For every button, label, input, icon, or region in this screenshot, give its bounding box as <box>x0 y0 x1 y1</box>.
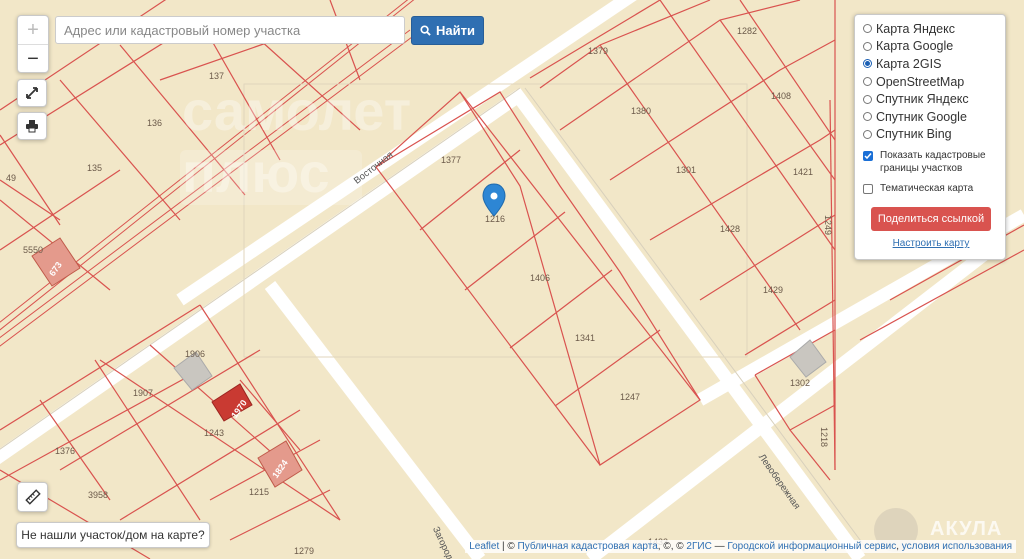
layer-radio[interactable] <box>863 112 872 122</box>
attribution-sep: — <box>711 541 728 552</box>
expand-icon <box>26 87 38 99</box>
parcel-label: 1907 <box>133 388 154 398</box>
2gis-link[interactable]: 2ГИС <box>686 541 711 552</box>
terms-link[interactable]: условия использования <box>902 541 1012 552</box>
parcel-label: 1249 <box>823 214 834 236</box>
layer-radio[interactable] <box>863 59 872 69</box>
ruler-icon <box>24 489 41 505</box>
layer-option-label: OpenStreetMap <box>876 74 965 89</box>
parcel-label: 1421 <box>793 167 814 177</box>
layer-option[interactable]: Спутник Bing <box>863 126 1005 144</box>
parcel-label: 3958 <box>88 490 109 500</box>
thematic-option[interactable]: Тематическая карта <box>863 182 1005 195</box>
attribution-sep: , ©, © <box>657 541 687 552</box>
fullscreen-button[interactable] <box>17 79 47 107</box>
zoom-in-button[interactable]: + <box>18 16 48 45</box>
layer-option-label: Спутник Яндекс <box>876 92 969 107</box>
watermark-logo-text: АКУЛА <box>930 518 1003 540</box>
search-button[interactable]: Найти <box>411 16 484 45</box>
parcel-label: 1218 <box>819 426 830 448</box>
parcel-label: 5550 <box>23 245 44 255</box>
parcel-label: 49 <box>6 173 17 183</box>
layer-option-label: Карта 2GIS <box>876 56 942 71</box>
parcel-label: 1216 <box>485 214 506 224</box>
zoom-out-button[interactable]: − <box>18 45 48 73</box>
share-link-button[interactable]: Поделиться ссылкой <box>871 207 991 232</box>
parcel-label: 136 <box>147 118 163 128</box>
layer-radio[interactable] <box>863 77 872 87</box>
layer-option-label: Карта Google <box>876 39 954 54</box>
parcel-label: 1247 <box>620 392 641 402</box>
parcel-label: 1282 <box>737 26 758 36</box>
parcel-label: 1408 <box>771 91 792 101</box>
layer-radio[interactable] <box>863 94 872 104</box>
show-cadastral-label: Показать кадастровые границы участков <box>880 150 986 175</box>
pkk-link[interactable]: Публичная кадастровая карта <box>518 541 658 552</box>
layer-option-label: Спутник Bing <box>876 127 952 142</box>
parcel-label: 1243 <box>204 428 225 438</box>
layer-option[interactable]: OpenStreetMap <box>863 73 1005 91</box>
measure-button[interactable] <box>17 482 48 512</box>
layer-option[interactable]: Карта Яндекс <box>863 20 1005 38</box>
parcel-label: 135 <box>87 163 103 173</box>
layer-option[interactable]: Карта Google <box>863 38 1005 56</box>
parcel-label: 1380 <box>631 106 652 116</box>
layer-option[interactable]: Спутник Яндекс <box>863 90 1005 108</box>
thematic-checkbox[interactable] <box>863 184 873 195</box>
show-cadastral-checkbox[interactable] <box>863 151 873 162</box>
parcel-label: 1279 <box>294 546 315 556</box>
search-icon <box>420 25 431 36</box>
parcel-label: 1341 <box>575 333 596 343</box>
show-cadastral-option[interactable]: Показать кадастровые границы участков <box>863 149 1005 175</box>
layer-option-label: Карта Яндекс <box>876 21 955 36</box>
print-icon <box>26 120 38 133</box>
parcel-label: 1301 <box>676 165 697 175</box>
layers-panel: Карта Яндекс Карта Google Карта 2GIS OpenSt… <box>854 14 1006 260</box>
2gis-service-link[interactable]: Городской информационный сервис <box>727 541 896 552</box>
parcel-label: 1215 <box>249 487 270 497</box>
parcel-label: 1379 <box>588 46 609 56</box>
parcel-label: 1376 <box>55 446 76 456</box>
layer-option[interactable]: Карта 2GIS <box>863 55 1005 73</box>
layer-radio[interactable] <box>863 24 872 34</box>
layer-radio[interactable] <box>863 129 872 139</box>
parcel-label: 1302 <box>790 378 811 388</box>
map-marker-icon[interactable] <box>482 183 506 217</box>
search-button-label: Найти <box>436 23 475 38</box>
leaflet-link[interactable]: Leaflet <box>469 541 499 552</box>
attribution: Leaflet | © Публичная кадастровая карта,… <box>465 540 1016 553</box>
layer-option-label: Спутник Google <box>876 109 967 124</box>
check-icon <box>864 153 872 160</box>
faded-logo-text: самолет плюс <box>182 79 412 204</box>
parcel-label: 1906 <box>185 349 206 359</box>
print-button[interactable] <box>17 112 47 140</box>
thematic-label: Тематическая карта <box>880 183 974 195</box>
not-found-button[interactable]: Не нашли участок/дом на карте? <box>16 522 210 548</box>
layer-options: Карта Яндекс Карта Google Карта 2GIS OpenSt… <box>863 20 1005 143</box>
parcel-label: 1428 <box>720 224 741 234</box>
parcel-label: 1429 <box>763 285 784 295</box>
zoom-control: + − <box>17 15 49 73</box>
parcel-label: 1406 <box>530 273 551 283</box>
layer-option[interactable]: Спутник Google <box>863 108 1005 126</box>
attribution-sep: | © <box>499 541 518 552</box>
layer-radio[interactable] <box>863 41 872 51</box>
search-input[interactable] <box>55 16 405 44</box>
configure-map-link[interactable]: Настроить карту <box>863 238 999 249</box>
